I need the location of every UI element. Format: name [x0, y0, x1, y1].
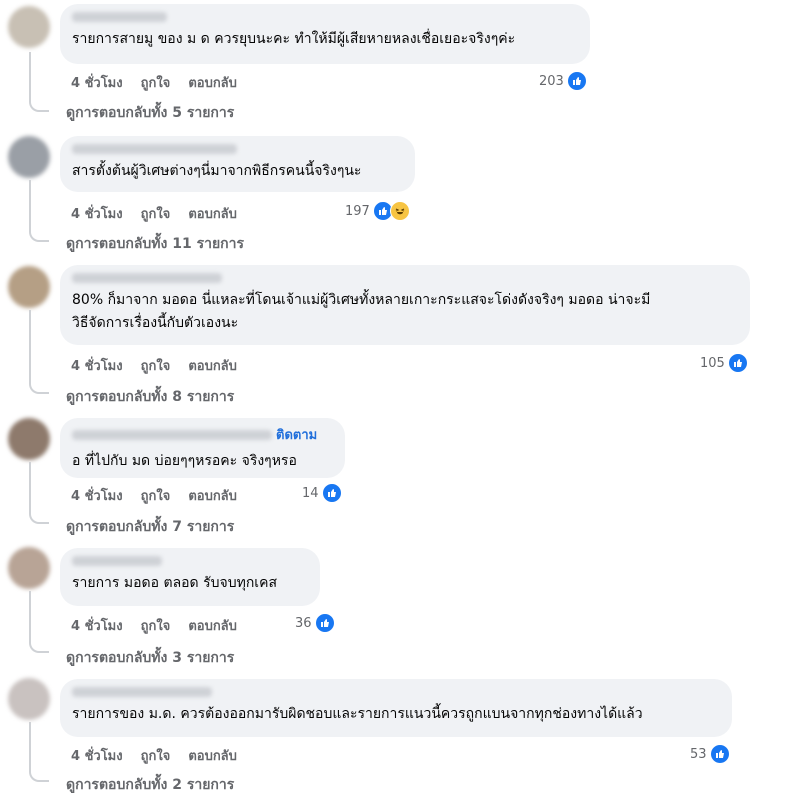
comment-actions: 4 ชั่วโมง ถูกใจ ตอบกลับ	[71, 203, 237, 224]
view-replies-link[interactable]: ดูการตอบกลับทั้ง 3 รายการ	[66, 647, 234, 669]
timestamp-link[interactable]: 4 ชั่วโมง	[71, 485, 123, 506]
reaction-number: 14	[302, 485, 319, 501]
author-name[interactable]	[72, 12, 167, 22]
like-icon	[566, 71, 587, 91]
view-replies-link[interactable]: ดูการตอบกลับทั้ง 7 รายการ	[66, 516, 234, 538]
avatar[interactable]	[8, 6, 50, 48]
view-replies-link[interactable]: ดูการตอบกลับทั้ง 8 รายการ	[66, 386, 234, 408]
like-button[interactable]: ถูกใจ	[141, 72, 171, 93]
author-name[interactable]	[72, 273, 222, 283]
reply-button[interactable]: ตอบกลับ	[188, 72, 237, 93]
like-button[interactable]: ถูกใจ	[141, 745, 171, 766]
comment-actions: 4 ชั่วโมง ถูกใจ ตอบกลับ	[71, 72, 237, 93]
like-icon	[314, 613, 335, 633]
reaction-number: 197	[345, 203, 370, 219]
avatar[interactable]	[8, 678, 50, 720]
timestamp-link[interactable]: 4 ชั่วโมง	[71, 203, 123, 224]
comment-text: รายการของ ม.ด. ควรต้องออกมารับผิดชอบและร…	[72, 706, 643, 722]
thread-line	[29, 462, 49, 524]
reply-button[interactable]: ตอบกลับ	[188, 203, 237, 224]
view-replies-link[interactable]: ดูการตอบกลับทั้ง 2 รายการ	[66, 774, 234, 796]
comment-text: รายการ มอดอ ตลอด รับจบทุกเคส	[72, 575, 277, 591]
reaction-count[interactable]: 203	[539, 71, 587, 91]
like-icon	[727, 353, 748, 373]
timestamp-link[interactable]: 4 ชั่วโมง	[71, 72, 123, 93]
comment-bubble: สารตั้งต้นผู้วิเศษต่างๆนี่มาจากพิธีกรคนน…	[60, 136, 415, 192]
comment-actions: 4 ชั่วโมง ถูกใจ ตอบกลับ	[71, 615, 237, 636]
comment-actions: 4 ชั่วโมง ถูกใจ ตอบกลับ	[71, 485, 237, 506]
reply-button[interactable]: ตอบกลับ	[188, 485, 237, 506]
like-icon	[709, 744, 730, 764]
author-name[interactable]	[72, 556, 162, 566]
comment-bubble: ติดตาม อ ที่ไปกับ มด บ่อยๆๆหรอคะ จริงๆหร…	[60, 418, 345, 478]
reaction-count[interactable]: 53	[690, 744, 730, 764]
avatar[interactable]	[8, 547, 50, 589]
timestamp-link[interactable]: 4 ชั่วโมง	[71, 745, 123, 766]
author-row: ติดตาม	[72, 424, 333, 445]
like-icon	[321, 483, 342, 503]
comment-text: สารตั้งต้นผู้วิเศษต่างๆนี่มาจากพิธีกรคนน…	[72, 163, 362, 179]
comment-bubble: รายการสายมู ของ ม ด ควรยุบนะคะ ทำให้มีผู…	[60, 4, 590, 64]
timestamp-link[interactable]: 4 ชั่วโมง	[71, 355, 123, 376]
comment-bubble: 80% ก็มาจาก มอดอ นี่แหละที่โดนเจ้าแม่ผู้…	[60, 265, 750, 345]
comment-text: รายการสายมู ของ ม ด ควรยุบนะคะ ทำให้มีผู…	[72, 31, 516, 47]
avatar[interactable]	[8, 418, 50, 460]
author-name[interactable]	[72, 429, 272, 440]
thread-line	[29, 180, 49, 242]
author-name[interactable]	[72, 144, 237, 154]
comment-actions: 4 ชั่วโมง ถูกใจ ตอบกลับ	[71, 745, 237, 766]
thread-line	[29, 52, 49, 112]
comment-actions: 4 ชั่วโมง ถูกใจ ตอบกลับ	[71, 355, 237, 376]
reaction-number: 53	[690, 746, 707, 762]
comment-text-line-1: 80% ก็มาจาก มอดอ นี่แหละที่โดนเจ้าแม่ผู้…	[72, 292, 651, 308]
thread-line	[29, 722, 49, 782]
thread-line	[29, 310, 49, 394]
reaction-number: 203	[539, 73, 564, 89]
comment-text: อ ที่ไปกับ มด บ่อยๆๆหรอคะ จริงๆหรอ	[72, 453, 297, 469]
view-replies-link[interactable]: ดูการตอบกลับทั้ง 5 รายการ	[66, 102, 234, 124]
thread-line	[29, 591, 49, 653]
like-button[interactable]: ถูกใจ	[141, 485, 171, 506]
reaction-count[interactable]: 197	[345, 201, 410, 221]
view-replies-link[interactable]: ดูการตอบกลับทั้ง 11 รายการ	[66, 233, 244, 255]
avatar[interactable]	[8, 136, 50, 178]
follow-link[interactable]: ติดตาม	[276, 424, 317, 445]
reply-button[interactable]: ตอบกลับ	[188, 615, 237, 636]
reaction-count[interactable]: 105	[700, 353, 748, 373]
haha-icon	[389, 201, 410, 221]
reply-button[interactable]: ตอบกลับ	[188, 745, 237, 766]
comment-bubble: รายการของ ม.ด. ควรต้องออกมารับผิดชอบและร…	[60, 679, 732, 737]
reaction-count[interactable]: 14	[302, 483, 342, 503]
reply-button[interactable]: ตอบกลับ	[188, 355, 237, 376]
like-button[interactable]: ถูกใจ	[141, 355, 171, 376]
like-button[interactable]: ถูกใจ	[141, 615, 171, 636]
reaction-count[interactable]: 36	[295, 613, 335, 633]
avatar[interactable]	[8, 266, 50, 308]
reaction-number: 105	[700, 355, 725, 371]
comment-bubble: รายการ มอดอ ตลอด รับจบทุกเคส	[60, 548, 320, 606]
timestamp-link[interactable]: 4 ชั่วโมง	[71, 615, 123, 636]
author-name[interactable]	[72, 687, 212, 697]
comment-text-line-2: วิธีจัดการเรื่องนี้กับตัวเองนะ	[72, 315, 239, 331]
reaction-number: 36	[295, 615, 312, 631]
like-button[interactable]: ถูกใจ	[141, 203, 171, 224]
